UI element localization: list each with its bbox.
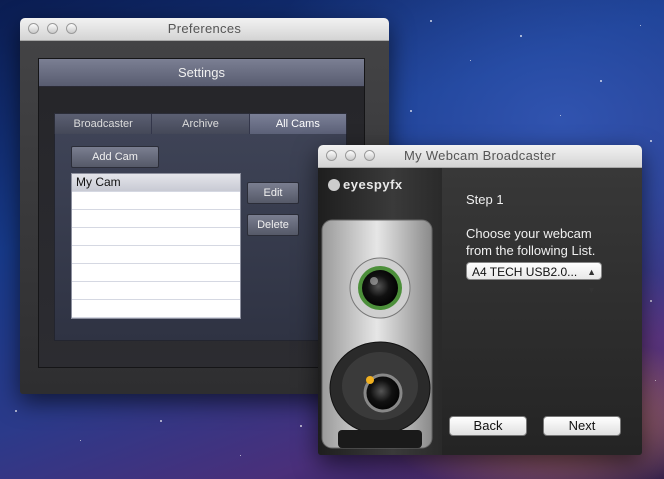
empty-row	[72, 246, 240, 264]
instruction-line-2: from the following List.	[466, 243, 596, 258]
webcam-select-value: A4 TECH USB2.0...	[472, 265, 578, 279]
webcam-icon	[321, 219, 433, 449]
empty-row	[72, 192, 240, 210]
empty-row	[72, 228, 240, 246]
tab-archive[interactable]: Archive	[152, 114, 250, 134]
step-label: Step 1	[466, 192, 504, 207]
preferences-titlebar[interactable]: Preferences	[20, 18, 389, 41]
list-item[interactable]: My Cam	[72, 174, 240, 192]
settings-panel: Settings Broadcaster Archive All Cams Ad…	[38, 58, 365, 368]
edit-button[interactable]: Edit	[247, 182, 299, 204]
add-cam-button[interactable]: Add Cam	[71, 146, 159, 168]
next-button[interactable]: Next	[543, 416, 621, 436]
delete-button[interactable]: Delete	[247, 214, 299, 236]
instruction-text: Choose your webcam from the following Li…	[466, 225, 636, 259]
broadcaster-content: eyespyfx Step 1 Choose your webcam from …	[318, 168, 642, 455]
empty-row	[72, 282, 240, 300]
tab-bar: Broadcaster Archive All Cams	[54, 113, 347, 135]
tab-broadcaster[interactable]: Broadcaster	[55, 114, 153, 134]
settings-title: Settings	[39, 59, 364, 87]
empty-row	[72, 210, 240, 228]
all-cams-panel: Add Cam My Cam Edit Delete	[54, 134, 347, 341]
webcam-illustration: eyespyfx	[318, 168, 442, 455]
preferences-title: Preferences	[167, 21, 242, 36]
instruction-line-1: Choose your webcam	[466, 226, 592, 241]
empty-row	[72, 264, 240, 282]
broadcaster-titlebar[interactable]: My Webcam Broadcaster	[318, 145, 642, 168]
broadcaster-title: My Webcam Broadcaster	[404, 148, 556, 163]
cam-list[interactable]: My Cam	[71, 173, 241, 319]
webcam-select[interactable]: A4 TECH USB2.0... ▲ ▼	[466, 262, 602, 295]
tab-all-cams[interactable]: All Cams	[249, 114, 346, 134]
broadcaster-window: My Webcam Broadcaster eyespyfx Step 1 Ch…	[318, 145, 642, 455]
back-button[interactable]: Back	[449, 416, 527, 436]
empty-row	[72, 300, 240, 318]
settings-body: Broadcaster Archive All Cams Add Cam My …	[39, 87, 364, 367]
chevron-updown-icon: ▲ ▼	[587, 267, 596, 295]
